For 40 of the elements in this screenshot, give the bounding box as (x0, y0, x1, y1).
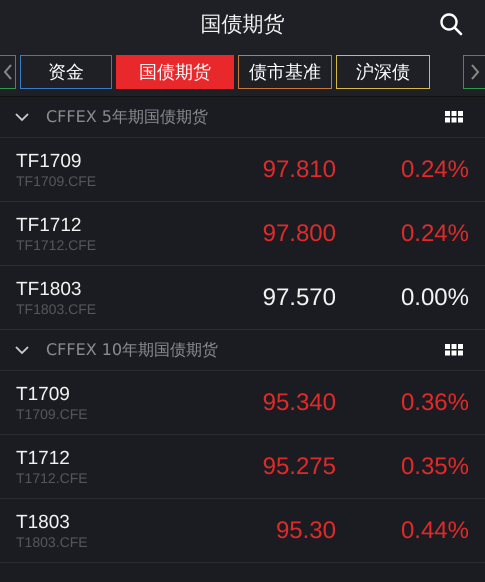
tab[interactable]: 债市基准 (238, 55, 332, 89)
change-percent: 0.35% (400, 452, 469, 480)
change-percent: 0.36% (400, 388, 469, 416)
contract-name: T1709 (16, 384, 71, 406)
contract-code: TF1803.CFE (16, 300, 98, 316)
tab-edge[interactable] (463, 55, 485, 89)
tab[interactable]: 沪深债 (336, 55, 430, 89)
change-percent: 0.24% (400, 156, 469, 184)
search-icon[interactable] (439, 12, 463, 36)
chevron-left-icon[interactable] (2, 63, 12, 81)
contract-name: TF1709 (16, 150, 82, 172)
contract-name: TF1712 (16, 214, 82, 236)
contract-code: TF1712.CFE (16, 236, 98, 252)
contract-code: T1803.CFE (16, 534, 89, 550)
contract-code: TF1709.CFE (16, 172, 98, 188)
contract-name: T1712 (16, 448, 71, 470)
tab-edge[interactable] (0, 55, 16, 89)
grid-icon[interactable] (445, 111, 463, 123)
tab[interactable]: 国债期货 (116, 55, 234, 89)
change-percent: 0.24% (400, 220, 469, 248)
price: 95.340 (262, 388, 336, 416)
contract-name: T1803 (16, 512, 71, 534)
section-title: CFFEX 10年期国债期货 (46, 340, 218, 360)
contract-code: T1709.CFE (16, 406, 89, 422)
price: 97.570 (262, 284, 336, 312)
contract-name: TF1803 (16, 278, 82, 300)
price: 97.810 (262, 156, 336, 184)
chevron-down-icon[interactable] (14, 112, 30, 122)
contract-code: T1712.CFE (16, 470, 89, 486)
price: 95.275 (262, 452, 336, 480)
section-title: CFFEX 5年期国债期货 (46, 106, 208, 128)
change-percent: 0.44% (400, 516, 469, 544)
chevron-down-icon[interactable] (14, 345, 30, 355)
price: 95.30 (274, 516, 336, 544)
grid-icon[interactable] (445, 344, 463, 356)
tab[interactable]: 资金 (20, 55, 112, 89)
page-title: 国债期货 (200, 11, 284, 38)
price: 97.800 (262, 220, 336, 248)
chevron-right-icon[interactable] (470, 63, 480, 81)
change-percent: 0.00% (400, 284, 469, 312)
